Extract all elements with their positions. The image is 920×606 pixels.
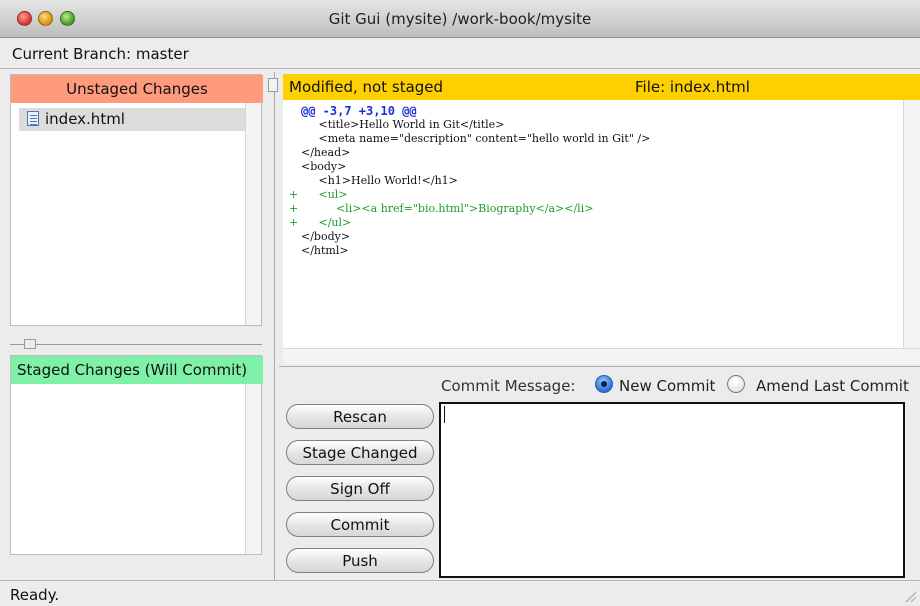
diff-context-line: <body>: [289, 160, 346, 174]
unstaged-changes-panel: Unstaged Changes index.html: [10, 74, 263, 326]
splitter-line: [10, 344, 262, 345]
staged-changes-header: Staged Changes (Will Commit): [11, 356, 263, 384]
diff-line-text: </ul>: [301, 216, 352, 229]
diff-added-line: + <ul>: [289, 188, 348, 202]
text-caret: [444, 406, 445, 423]
splitter-handle[interactable]: [24, 339, 36, 349]
diff-header: Modified, not staged File: index.html: [283, 74, 920, 100]
new-commit-label[interactable]: New Commit: [619, 377, 715, 395]
diff-line-marker: +: [289, 202, 299, 215]
unstaged-file-name: index.html: [45, 110, 125, 128]
diff-commit-divider[interactable]: [279, 366, 920, 367]
current-branch-label: Current Branch: master: [0, 39, 920, 69]
commit-message-label: Commit Message:: [441, 377, 576, 395]
diff-context-line: </body>: [289, 230, 350, 244]
status-bar: Ready.: [0, 580, 920, 606]
diff-line-text: </body>: [301, 230, 351, 243]
diff-line-text: <li><a href="bio.html">Biography</a></li…: [301, 202, 594, 215]
window-title: Git Gui (mysite) /work-book/mysite: [328, 10, 592, 28]
diff-hunk-header: @@ -3,7 +3,10 @@: [289, 104, 417, 118]
amend-last-commit-label[interactable]: Amend Last Commit: [756, 377, 909, 395]
diff-line-text: <h1>Hello World!</h1>: [301, 174, 458, 187]
rescan-button[interactable]: Rescan: [286, 404, 434, 429]
resize-grip-icon[interactable]: [904, 590, 916, 602]
splitter-handle[interactable]: [268, 78, 278, 92]
title-bar: Git Gui (mysite) /work-book/mysite: [0, 0, 920, 38]
sign-off-button[interactable]: Sign Off: [286, 476, 434, 501]
diff-vertical-scrollbar[interactable]: [903, 100, 920, 348]
diff-line-text: </head>: [301, 146, 351, 159]
document-icon: [27, 111, 39, 126]
amend-last-commit-radio[interactable]: [727, 375, 745, 393]
diff-line-marker: +: [289, 188, 299, 201]
diff-line-marker: +: [289, 216, 299, 229]
diff-line-text: <ul>: [301, 188, 348, 201]
unstaged-changes-header: Unstaged Changes: [11, 75, 263, 103]
diff-context-line: </head>: [289, 146, 350, 160]
diff-file-label: File: index.html: [635, 78, 750, 96]
unstaged-file-item[interactable]: index.html: [19, 108, 249, 131]
diff-context-line: </html>: [289, 244, 349, 258]
diff-line-text: <meta name="description" content="hello …: [301, 132, 651, 145]
push-button[interactable]: Push: [286, 548, 434, 573]
diff-context-line: <title>Hello World in Git</title>: [289, 118, 504, 132]
diff-line-text: @@ -3,7 +3,10 @@: [301, 104, 417, 118]
diff-context-line: <h1>Hello World!</h1>: [289, 174, 458, 188]
diff-status-label: Modified, not staged: [289, 78, 444, 96]
staged-scrollbar[interactable]: [245, 384, 261, 554]
unstaged-scrollbar[interactable]: [245, 103, 261, 325]
diff-line-text: <title>Hello World in Git</title>: [301, 118, 505, 131]
staged-changes-panel: Staged Changes (Will Commit): [10, 355, 263, 555]
new-commit-radio[interactable]: [595, 375, 613, 393]
diff-horizontal-scrollbar[interactable]: [283, 348, 920, 364]
commit-message-box[interactable]: [439, 402, 905, 578]
stage-changed-button[interactable]: Stage Changed: [286, 440, 434, 465]
main-pane-splitter[interactable]: [266, 72, 278, 582]
status-text: Ready.: [10, 586, 60, 604]
splitter-line: [274, 72, 275, 582]
diff-context-line: <meta name="description" content="hello …: [289, 132, 650, 146]
diff-added-line: + </ul>: [289, 216, 351, 230]
diff-viewer[interactable]: @@ -3,7 +3,10 @@ <title>Hello World in G…: [283, 100, 903, 348]
left-pane-splitter[interactable]: [10, 331, 262, 353]
diff-line-text: <body>: [301, 160, 347, 173]
commit-button[interactable]: Commit: [286, 512, 434, 537]
diff-line-text: </html>: [301, 244, 349, 257]
diff-added-line: + <li><a href="bio.html">Biography</a></…: [289, 202, 593, 216]
commit-message-input[interactable]: [441, 404, 903, 576]
